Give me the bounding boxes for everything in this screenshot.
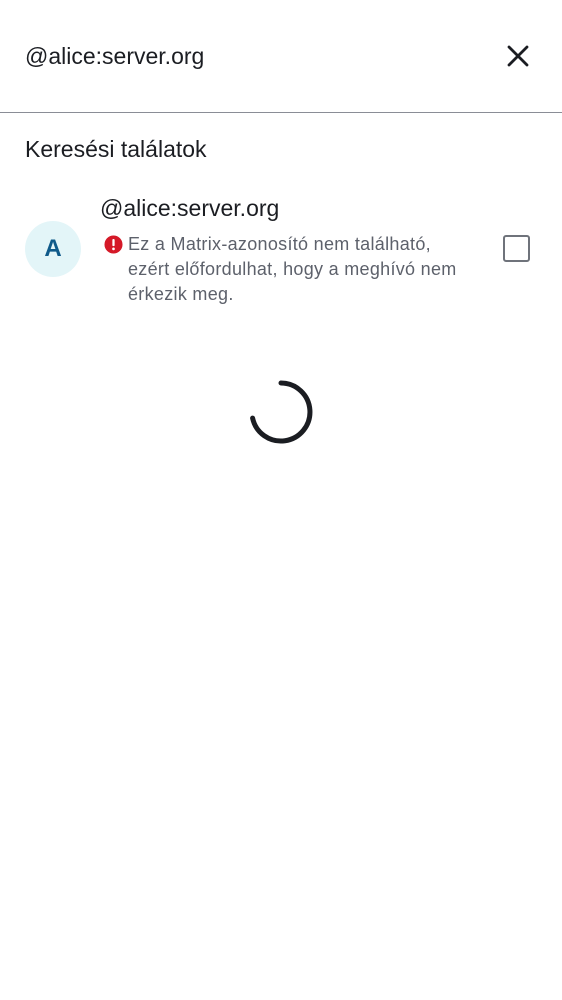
error-icon (104, 235, 123, 254)
search-results-heading: Keresési találatok (25, 136, 207, 162)
search-result-item[interactable]: A @alice:server.org Ez a Matrix-azonosít… (0, 190, 562, 315)
search-bar (0, 0, 562, 113)
avatar: A (25, 221, 81, 277)
clear-search-button[interactable] (496, 34, 540, 78)
unknown-user-warning: Ez a Matrix-azonosító nem található, ezé… (128, 234, 457, 304)
avatar-initial: A (44, 235, 62, 262)
close-icon (507, 45, 529, 67)
result-user-id: @alice:server.org (100, 195, 280, 221)
search-input[interactable] (25, 38, 465, 74)
loading-spinner (250, 380, 313, 444)
select-user-checkbox[interactable] (503, 235, 530, 262)
